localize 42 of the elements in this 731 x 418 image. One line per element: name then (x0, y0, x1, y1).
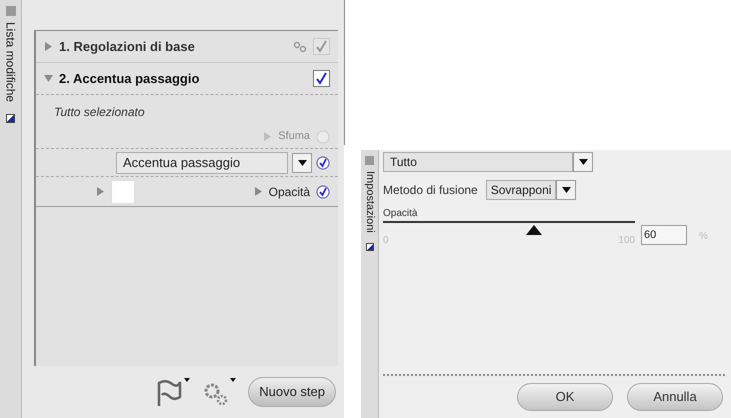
step-checkbox[interactable] (313, 70, 330, 87)
tab-label: Lista modifiche (2, 22, 18, 102)
collapse-icon[interactable] (366, 242, 374, 251)
flag-menu-icon[interactable] (156, 377, 190, 407)
collapsed-arrow-icon[interactable] (96, 187, 105, 196)
collapse-icon[interactable] (6, 114, 15, 124)
blend-mode-dropdown[interactable]: Sovrapponi (486, 180, 556, 200)
caret-icon (298, 160, 306, 166)
link-icon (293, 40, 307, 52)
step-title: 1. Regolazioni di base (59, 38, 196, 56)
panel-icon (365, 156, 374, 165)
step-title: 2. Accentua passaggio (59, 70, 200, 88)
feather-toggle[interactable] (316, 130, 330, 144)
opacity-toggle[interactable] (316, 184, 330, 198)
slider-thumb[interactable] (526, 225, 542, 235)
caret-icon (578, 159, 588, 165)
opacity-label: Opacità (383, 207, 418, 221)
side-tab[interactable]: Impostazioni (361, 150, 379, 418)
new-step-button[interactable]: Nuovo step (248, 377, 336, 407)
dropdown-arrow-button[interactable] (292, 152, 312, 172)
panel-icon (6, 6, 16, 16)
opacity-input[interactable]: 60 (641, 225, 687, 245)
selection-label: Tutto selezionato (54, 105, 144, 119)
step-header[interactable]: 2. Accentua passaggio (36, 63, 338, 95)
expanded-arrow-icon[interactable] (44, 74, 53, 83)
dropdown-arrow-button[interactable] (556, 180, 576, 200)
dropdown-arrow-button[interactable] (573, 152, 593, 172)
scope-dropdown[interactable]: Tutto (383, 152, 573, 172)
dialog-button[interactable]: OK (517, 383, 613, 411)
opacity-label[interactable]: Opacità (268, 182, 310, 200)
blend-mode-label: Metodo di fusione (383, 182, 478, 199)
dialog-button[interactable]: Annulla (627, 383, 723, 411)
caret-icon (562, 187, 571, 193)
gear-menu-icon[interactable] (202, 377, 236, 407)
layer-thumbnail[interactable] (111, 180, 135, 204)
effect-toggle[interactable] (316, 156, 330, 170)
side-tab[interactable]: Lista modifiche (0, 0, 22, 418)
effect-dropdown[interactable]: Accentua passaggio (116, 152, 288, 174)
collapsed-arrow-icon[interactable] (254, 187, 263, 196)
percent-unit: % (699, 230, 708, 244)
opacity-slider-track[interactable] (383, 221, 635, 233)
tab-label: Impostazioni (362, 171, 377, 233)
